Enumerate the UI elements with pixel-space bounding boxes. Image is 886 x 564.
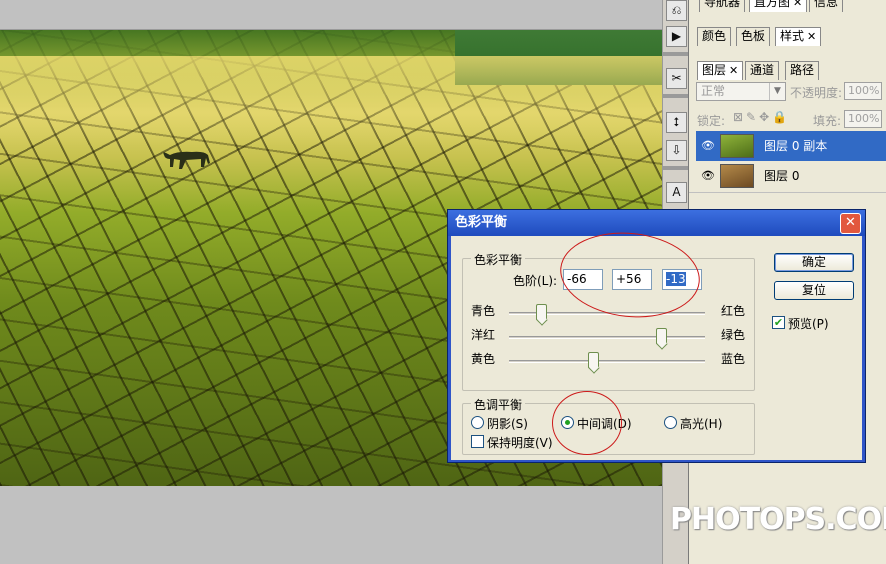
buffalo-figure [163, 151, 210, 169]
preserve-luminosity-checkbox[interactable] [471, 435, 484, 448]
tab-styles[interactable]: 样式 ✕ [775, 27, 822, 46]
tab-channels[interactable]: 通道 [745, 61, 780, 80]
group-label: 色彩平衡 [471, 251, 526, 268]
tab-swatches[interactable]: 色板 [736, 27, 771, 46]
red-label: 红色 [721, 304, 746, 318]
eye-icon[interactable]: 👁 [700, 138, 716, 154]
opacity-label: 不透明度: [790, 86, 843, 100]
shadows-label: 阴影(S) [487, 417, 528, 431]
brush-tool-icon[interactable]: ✂ [666, 68, 687, 89]
panel-tabs-layers: 图层 ✕ 通道 路径 [689, 59, 886, 80]
tab-color[interactable]: 颜色 [697, 27, 732, 46]
magenta-label: 洋红 [471, 328, 496, 342]
yellow-label: 黄色 [471, 352, 496, 366]
levels-label: 色阶(L): [513, 274, 558, 288]
blue-label: 蓝色 [721, 352, 746, 366]
lock-icons[interactable]: ⊠✎✥🔒 [733, 110, 790, 124]
annotation-ring [552, 391, 622, 455]
highlights-label: 高光(H) [680, 417, 723, 431]
slider-thumb[interactable] [536, 304, 548, 320]
tab-info[interactable]: 信息 [809, 0, 844, 12]
close-icon[interactable]: ✕ [807, 30, 816, 43]
opacity-input[interactable]: 100% [844, 82, 882, 100]
layer-name: 图层 0 副本 [764, 139, 828, 153]
slider-thumb[interactable] [588, 352, 600, 368]
shadows-radio[interactable] [471, 416, 484, 429]
history-icon[interactable]: ⎌ [666, 0, 687, 21]
lock-label: 锁定: [697, 114, 726, 128]
type-tool-icon[interactable]: A [666, 182, 687, 203]
tab-paths[interactable]: 路径 [785, 61, 820, 80]
preview-checkbox[interactable]: ✔ [772, 316, 785, 329]
close-icon[interactable]: ✕ [729, 64, 738, 77]
fill-label: 填充: [813, 114, 842, 128]
layer-thumbnail [720, 134, 754, 158]
preview-label: 预览(P) [788, 317, 829, 331]
layer-thumbnail [720, 164, 754, 188]
magenta-green-slider[interactable] [509, 336, 705, 339]
yellow-blue-slider[interactable] [509, 360, 705, 363]
layer-row[interactable]: 👁 图层 0 副本 [696, 131, 886, 161]
reset-button[interactable]: 复位 [774, 281, 854, 300]
slider-thumb[interactable] [655, 328, 667, 344]
tab-layers[interactable]: 图层 ✕ [697, 61, 744, 80]
fill-input[interactable]: 100% [844, 110, 882, 128]
layer-row[interactable]: 👁 图层 0 [696, 161, 886, 191]
canvas-top-bar [0, 0, 662, 30]
action-icon[interactable]: ▶ [666, 26, 687, 47]
usb-icon[interactable]: ⭥ [666, 112, 687, 133]
chevron-down-icon: ▼ [769, 83, 785, 100]
close-button[interactable]: ✕ [840, 213, 861, 234]
dry-field-band [0, 56, 662, 146]
layer-name: 图层 0 [764, 169, 800, 183]
panel-tabs-color: 颜色 色板 样式 ✕ [689, 25, 886, 46]
panel-tabs-navigator: 导航器 直方图 ✕ 信息 [689, 0, 886, 12]
close-icon[interactable]: ✕ [793, 0, 802, 9]
dialog-title: 色彩平衡 [448, 210, 865, 236]
blend-mode-select[interactable]: 正常 ▼ [696, 82, 786, 101]
watermark: PHOTOPS.COM [670, 502, 886, 537]
highlights-radio[interactable] [664, 416, 677, 429]
eye-icon[interactable]: 👁 [700, 168, 716, 184]
group-label: 色调平衡 [471, 396, 526, 413]
green-label: 绿色 [721, 328, 746, 342]
cyan-label: 青色 [471, 304, 496, 318]
ok-button[interactable]: 确定 [774, 253, 854, 272]
tab-navigator[interactable]: 导航器 [699, 0, 746, 12]
preserve-luminosity-label: 保持明度(V) [487, 436, 553, 450]
divider [689, 192, 886, 193]
save-icon[interactable]: ⇩ [666, 140, 687, 161]
tab-histogram[interactable]: 直方图 ✕ [749, 0, 808, 12]
